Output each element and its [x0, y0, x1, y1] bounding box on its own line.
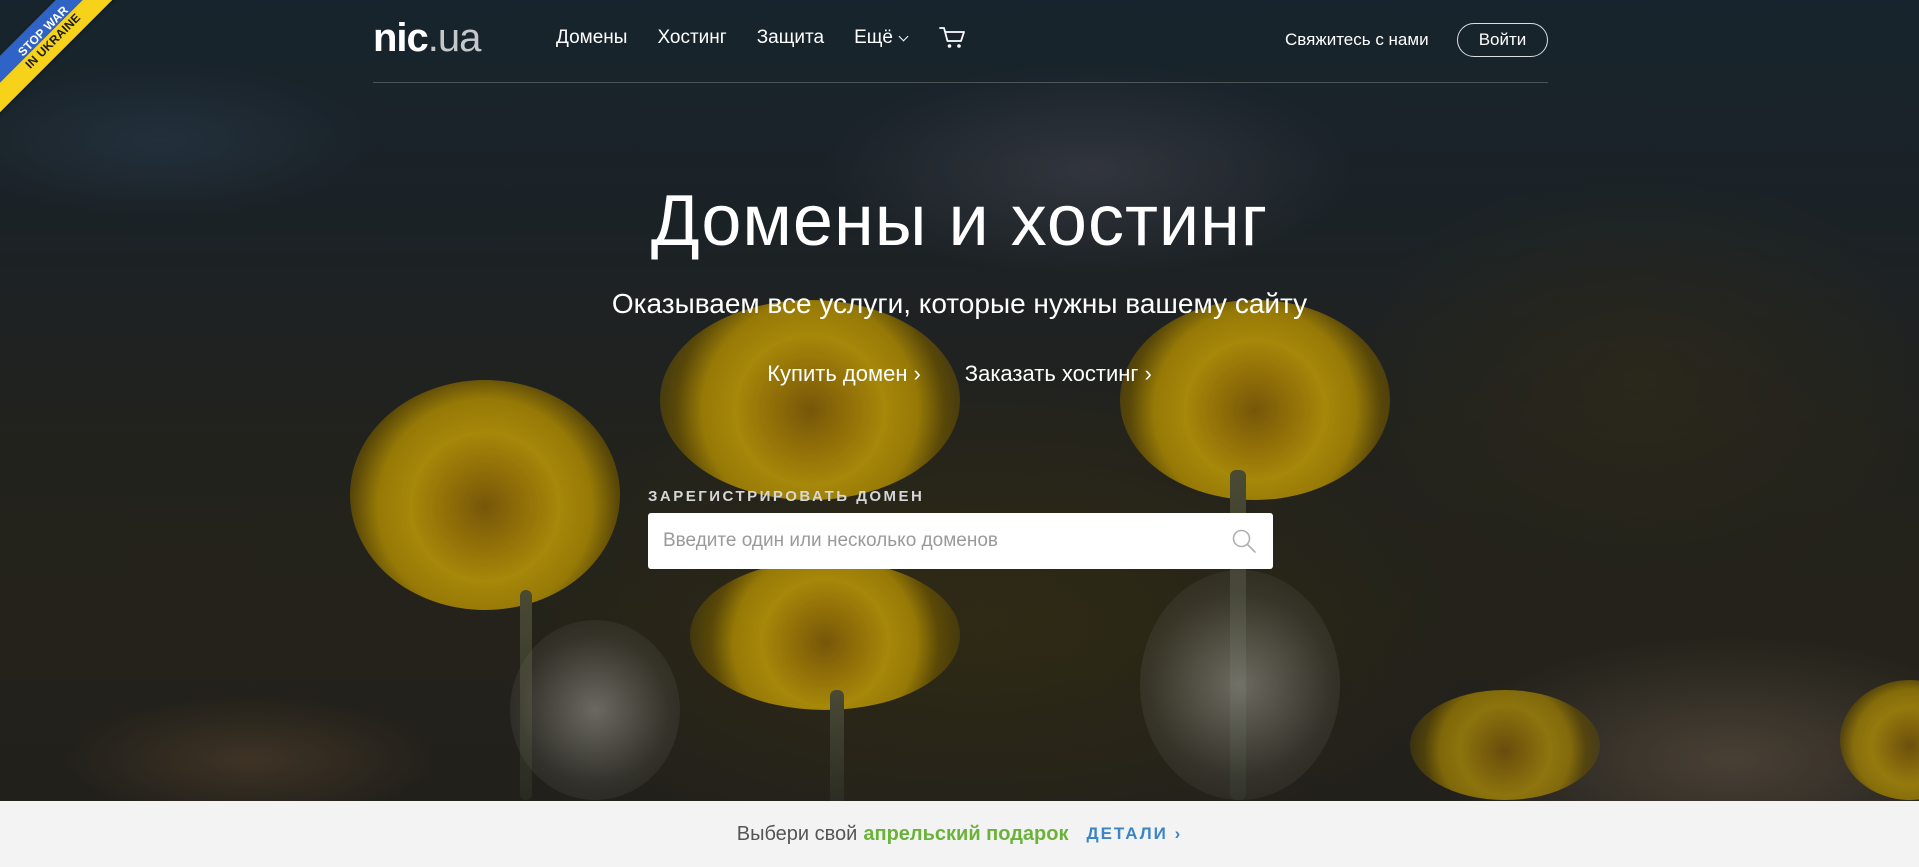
contact-link[interactable]: Свяжитесь с нами [1285, 30, 1429, 50]
page-subtitle: Оказываем все услуги, которые нужны ваше… [611, 288, 1308, 319]
order-hosting-link[interactable]: Заказать хостинг › [965, 361, 1152, 387]
order-hosting-label: Заказать хостинг [964, 361, 1139, 386]
logo-tld: .ua [427, 16, 482, 60]
logo-main: nic [373, 16, 429, 60]
nav-item-label: Хостинг [657, 27, 727, 48]
chevron-right-icon: › [913, 361, 921, 386]
register-domain-label: ЗАРЕГИСТРИРОВАТЬ ДОМЕН [648, 488, 925, 505]
promo-gift-link[interactable]: апрельский подарок [863, 823, 1068, 846]
hero-background [0, 0, 1919, 801]
nav-item-label: Защита [756, 27, 825, 48]
search-icon[interactable] [1231, 528, 1257, 554]
hero-actions: Купить домен › Заказать хостинг › [0, 361, 1919, 387]
nav-item-protection[interactable]: Защита [757, 27, 824, 49]
promo-text: Выбери свой [736, 822, 858, 845]
nav-item-hosting[interactable]: Хостинг [657, 27, 726, 49]
domain-search-input[interactable] [648, 513, 1223, 569]
login-button[interactable]: Войти [1457, 23, 1548, 57]
nav-item-domains[interactable]: Домены [556, 27, 627, 49]
domain-search-box [648, 513, 1273, 569]
chevron-down-icon [898, 31, 909, 41]
site-logo[interactable]: nic.ua [373, 16, 482, 61]
promo-bar: Выбери свой апрельский подарок ДЕТАЛИ › [0, 801, 1919, 867]
main-nav: Домены Хостинг Защита Ещё [556, 26, 967, 50]
page-title: Домены и хостинг [650, 181, 1269, 261]
promo-details-link[interactable]: ДЕТАЛИ › [1086, 824, 1182, 844]
hero-overlay [0, 0, 1919, 801]
cart-icon[interactable] [939, 26, 967, 50]
buy-domain-label: Купить домен [767, 361, 908, 386]
nav-item-more[interactable]: Ещё [854, 27, 909, 49]
top-navigation: nic.ua Домены Хостинг Защита Ещё Свяжите… [373, 0, 1548, 83]
nav-item-label: Домены [556, 27, 628, 48]
nav-item-label: Ещё [854, 27, 893, 48]
buy-domain-link[interactable]: Купить домен › [767, 361, 921, 387]
chevron-right-icon: › [1144, 361, 1152, 386]
